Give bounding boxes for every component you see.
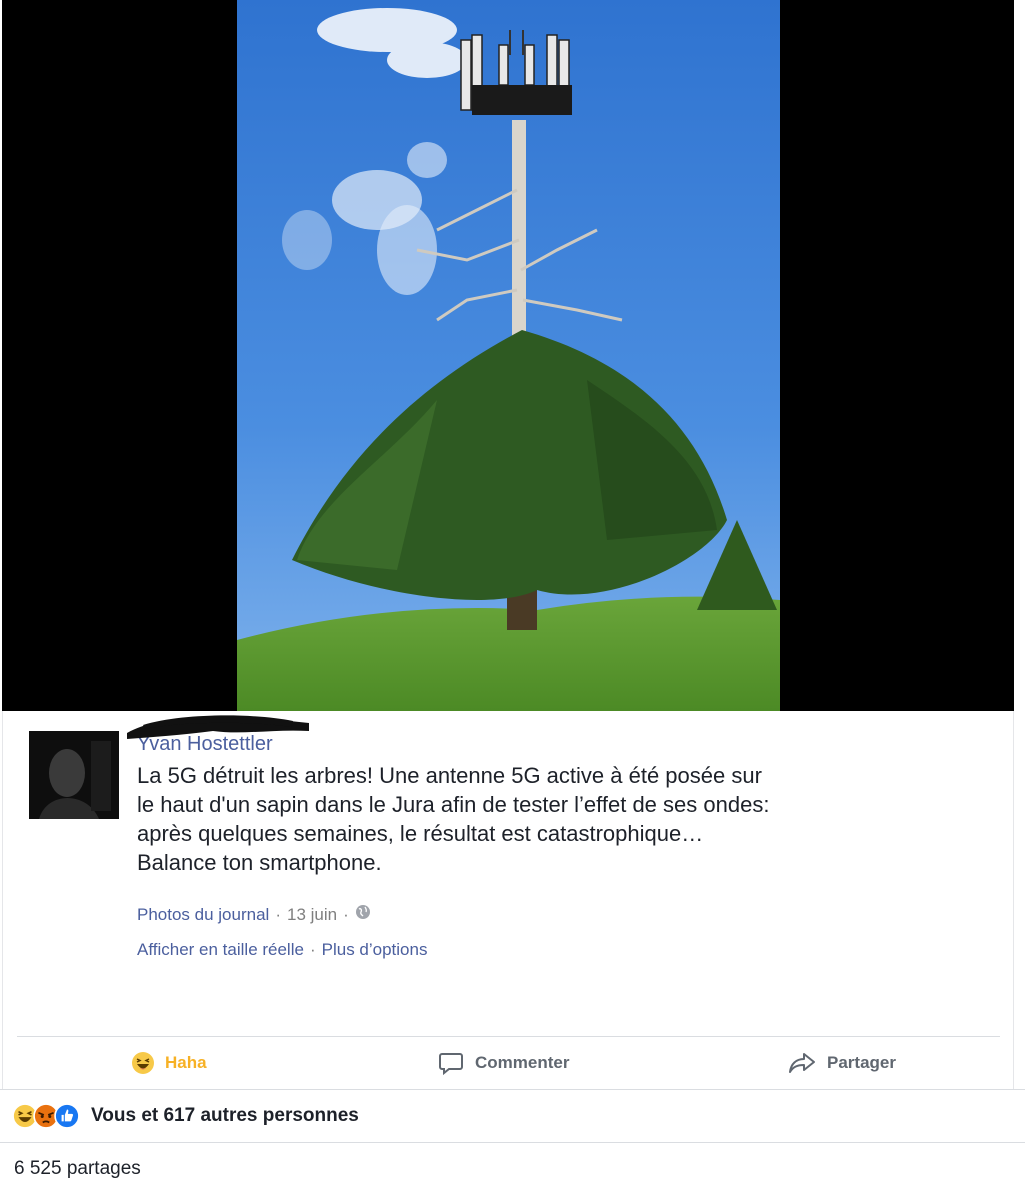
share-icon [789,1053,815,1073]
post-text: La 5G détruit les arbres! Une antenne 5G… [137,761,857,877]
post-photo[interactable] [237,0,780,711]
post-text-line: après quelques semaines, le résultat est… [137,821,704,846]
meta-separator: · [275,904,281,924]
view-full-size-link[interactable]: Afficher en taille réelle [137,940,304,960]
reaction-icons [12,1103,80,1129]
more-options-link[interactable]: Plus d’options [322,940,428,960]
avatar-photo [29,731,119,819]
post-meta: Photos du journal · 13 juin · [137,904,371,925]
share-button[interactable]: Partager [787,1046,896,1080]
album-link[interactable]: Photos du journal [137,905,269,925]
divider [17,1036,1000,1037]
comment-icon [439,1053,463,1076]
share-label: Partager [827,1053,896,1072]
haha-button[interactable]: Haha [131,1046,207,1080]
photo-options: Afficher en taille réelle · Plus d’optio… [137,940,427,960]
post-date[interactable]: 13 juin [287,905,337,925]
meta-separator: · [309,940,316,959]
globe-icon[interactable] [355,904,371,925]
haha-icon [132,1052,154,1074]
tree-antenna-image [237,0,780,711]
reactions-summary-text[interactable]: Vous et 617 autres personnes [91,1105,359,1127]
like-icon [54,1103,80,1129]
comment-label: Commenter [475,1053,570,1072]
post-text-line: le haut d'un sapin dans le Jura afin de … [137,792,770,817]
reactions-summary[interactable]: Vous et 617 autres personnes [0,1089,1025,1143]
redaction-scribble [127,715,309,739]
post-text-line: La 5G détruit les arbres! Une antenne 5G… [137,763,762,788]
post-card: Yvan Hostettler La 5G détruit les arbres… [2,711,1014,1090]
avatar[interactable] [29,731,119,819]
photo-viewer [2,0,1014,711]
haha-label: Haha [165,1053,207,1072]
post-text-line: Balance ton smartphone. [137,850,382,875]
shares-count[interactable]: 6 525 partages [14,1158,141,1180]
meta-separator: · [343,904,349,924]
comment-button[interactable]: Commenter [437,1046,569,1080]
